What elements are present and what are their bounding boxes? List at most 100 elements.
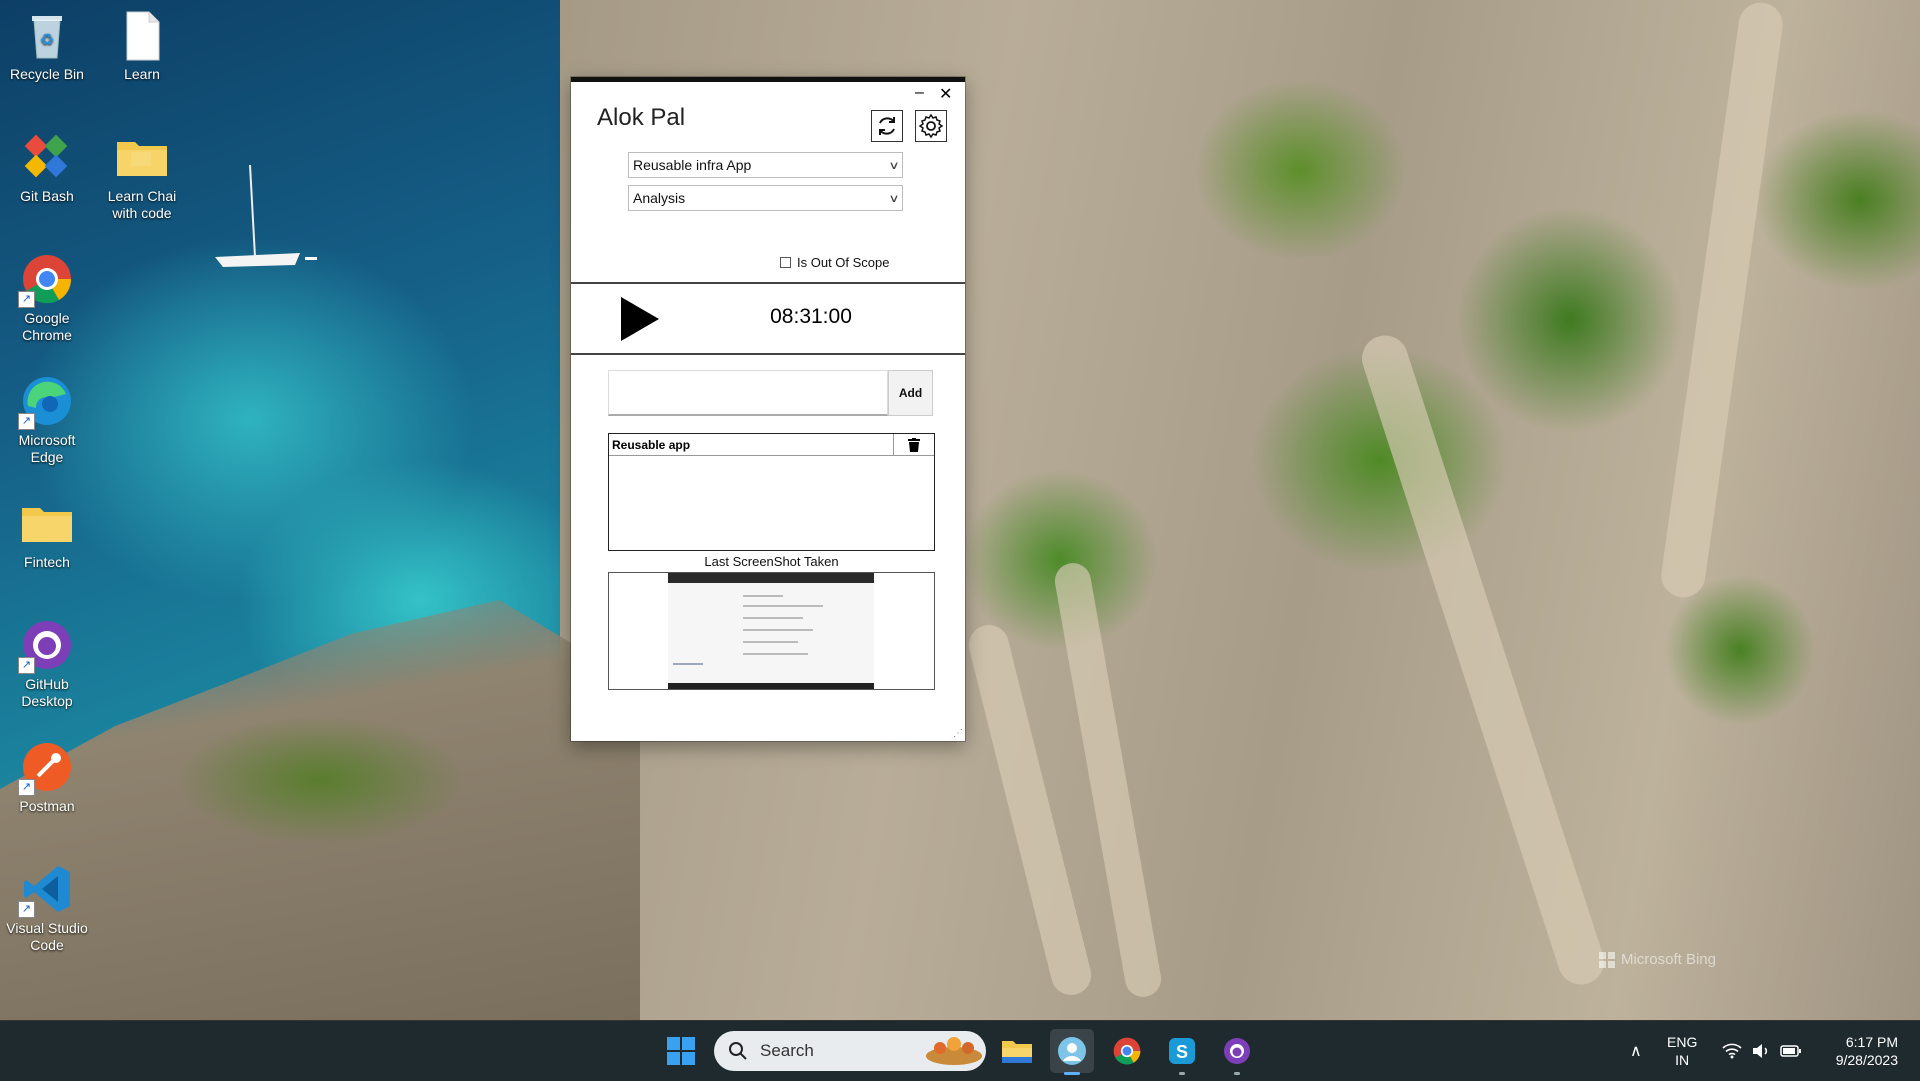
start-button[interactable]: [659, 1029, 703, 1073]
running-indicator: [1234, 1072, 1240, 1075]
desktop-icon-git-bash[interactable]: Git Bash: [2, 130, 92, 205]
taskbar-search[interactable]: Search: [714, 1031, 986, 1071]
folder-icon: [115, 130, 169, 184]
desktop-icon-label: Postman: [19, 798, 75, 814]
out-of-scope-checkbox[interactable]: [780, 257, 791, 268]
play-button[interactable]: [621, 297, 659, 341]
desktop-icon-recycle-bin[interactable]: ♻ Recycle Bin: [2, 8, 92, 83]
out-of-scope-row: Is Out Of Scope: [780, 255, 890, 270]
chrome-icon: [1113, 1037, 1141, 1065]
desktop-icon-postman[interactable]: ↗ Postman: [2, 740, 92, 815]
skype-icon: S: [1169, 1038, 1195, 1064]
shortcut-arrow-icon: ↗: [18, 413, 35, 430]
project-select-value: Reusable infra App: [633, 157, 752, 173]
svg-text:♻: ♻: [40, 32, 54, 49]
wifi-icon: [1722, 1043, 1742, 1059]
search-placeholder: Search: [760, 1041, 814, 1060]
activity-select-value: Analysis: [633, 190, 686, 206]
desktop-icon-label: Visual Studio Code: [6, 920, 88, 953]
settings-button[interactable]: [915, 110, 947, 142]
divider: [571, 282, 965, 284]
desktop-icon-label: Google Chrome: [22, 310, 72, 343]
task-input[interactable]: [608, 370, 888, 416]
bing-watermark-text: Microsoft Bing: [1620, 951, 1716, 968]
desktop-icon-label: Learn Chai with code: [107, 188, 177, 221]
vscode-icon: ↗: [18, 862, 74, 918]
folder-icon: [1002, 1041, 1032, 1063]
screenshot-thumbnail: [668, 573, 874, 689]
chrome-icon: ↗: [18, 252, 74, 308]
timer-display: 08:31:00: [770, 305, 852, 328]
last-screenshot-preview[interactable]: [608, 572, 935, 690]
time-tracker-app-icon: [1058, 1037, 1086, 1065]
github-icon: ↗: [18, 618, 74, 674]
postman-icon: ↗: [18, 740, 74, 796]
refresh-icon: [879, 117, 895, 135]
task-row[interactable]: Reusable app: [609, 434, 934, 456]
close-button[interactable]: ✕: [939, 84, 952, 104]
desktop-icon-fintech[interactable]: Fintech: [2, 496, 92, 571]
shortcut-arrow-icon: ↗: [18, 901, 35, 918]
desktop-icon-label: Learn: [124, 66, 160, 82]
quick-settings[interactable]: [1722, 1021, 1802, 1081]
folder-icon: [20, 496, 74, 550]
gear-icon: [918, 113, 944, 139]
search-icon: [729, 1042, 747, 1060]
desktop-icon-label: GitHub Desktop: [21, 676, 73, 709]
desktop-icon-google-chrome[interactable]: ↗ Google Chrome: [2, 252, 92, 344]
add-task-button[interactable]: Add: [888, 370, 933, 416]
out-of-scope-label: Is Out Of Scope: [797, 255, 890, 270]
chevron-down-icon: ∨: [888, 192, 900, 205]
windows-logo-icon: [667, 1037, 695, 1065]
battery-icon: [1780, 1045, 1801, 1057]
language-indicator[interactable]: ENG IN: [1667, 1021, 1697, 1081]
desktop-icon-vscode[interactable]: ↗ Visual Studio Code: [2, 862, 92, 954]
desktop-icon-learn-chai[interactable]: Learn Chai with code: [97, 130, 187, 222]
desktop-icon-github-desktop[interactable]: ↗ GitHub Desktop: [2, 618, 92, 710]
shortcut-arrow-icon: ↗: [18, 657, 35, 674]
taskbar-chrome[interactable]: [1105, 1029, 1149, 1073]
time-tracker-window: – ✕ Alok Pal Reusable infra App ∨ Analys…: [571, 77, 965, 741]
shortcut-arrow-icon: ↗: [18, 779, 35, 796]
shortcut-arrow-icon: ↗: [18, 291, 35, 308]
desktop-icon-label: Microsoft Edge: [18, 432, 76, 465]
bing-logo-icon: [1598, 951, 1615, 968]
task-list: Reusable app: [608, 433, 935, 551]
active-indicator: [1064, 1072, 1080, 1075]
clock[interactable]: 6:17 PM 9/28/2023: [1818, 1021, 1898, 1081]
user-name: Alok Pal: [597, 104, 686, 131]
volume-icon: [1753, 1044, 1768, 1058]
github-icon: [1224, 1038, 1250, 1064]
document-icon: [115, 8, 169, 62]
trash-icon: [908, 437, 920, 452]
activity-select[interactable]: Analysis ∨: [628, 185, 903, 211]
sailboat-image: [215, 165, 317, 267]
project-select[interactable]: Reusable infra App ∨: [628, 152, 903, 178]
refresh-button[interactable]: [871, 110, 903, 142]
taskbar-github-desktop[interactable]: [1215, 1029, 1259, 1075]
resize-grip-icon[interactable]: ⋰: [953, 728, 963, 739]
search-highlight-image: [926, 1037, 982, 1065]
edge-icon: ↗: [18, 374, 74, 430]
desktop-icon-label: Recycle Bin: [10, 66, 84, 82]
clock-time: 6:17 PM: [1845, 1034, 1898, 1050]
taskbar-time-tracker[interactable]: [1050, 1029, 1094, 1075]
bing-watermark: Microsoft Bing: [1598, 951, 1716, 968]
chevron-up-icon: ∧: [1630, 1043, 1642, 1060]
git-bash-icon: [20, 130, 74, 184]
region-code: IN: [1675, 1052, 1690, 1068]
taskbar: Search S ∧ ENG IN 6:17 PM 9/28/2023: [0, 1020, 1920, 1081]
desktop-icon-label: Git Bash: [20, 188, 74, 204]
chevron-down-icon: ∨: [888, 159, 900, 172]
minimize-button[interactable]: –: [915, 84, 924, 102]
show-hidden-icons-button[interactable]: ∧: [1630, 1021, 1642, 1081]
desktop-icon-microsoft-edge[interactable]: ↗ Microsoft Edge: [2, 374, 92, 466]
desktop-icon-learn[interactable]: Learn: [97, 8, 187, 83]
screenshot-caption: Last ScreenShot Taken: [704, 554, 839, 569]
language-code: ENG: [1667, 1034, 1698, 1050]
divider: [571, 353, 965, 355]
svg-text:S: S: [1176, 1042, 1188, 1062]
taskbar-file-explorer[interactable]: [995, 1029, 1039, 1073]
taskbar-skype[interactable]: S: [1160, 1029, 1204, 1075]
delete-task-button[interactable]: [893, 434, 934, 455]
